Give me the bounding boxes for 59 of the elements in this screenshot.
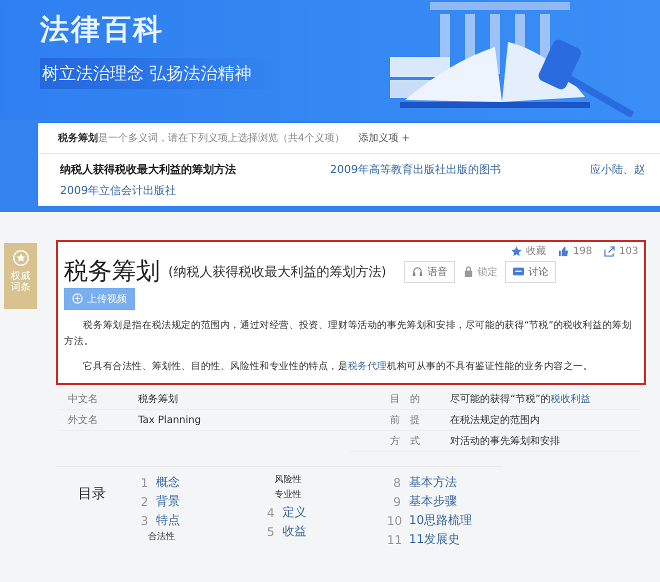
info-label: 前 提 (389, 414, 422, 428)
info-value: 在税法规定的范围内 (450, 414, 542, 428)
toc-sub-link[interactable]: 风险性 (274, 475, 302, 486)
toc-number: 4 (266, 506, 275, 520)
info-value: 对活动的事先筹划和安排 (450, 434, 562, 448)
sense-link[interactable]: 应小陆、赵 (590, 162, 660, 177)
toc-number: 1 (140, 476, 148, 490)
info-label: 方 式 (389, 434, 422, 448)
add-sense-link[interactable]: 添加义项 + (358, 131, 410, 145)
toc-link[interactable]: 基本方法 (408, 474, 457, 492)
toc-sub-link[interactable]: 专业性 (274, 490, 302, 500)
info-value: Tax Planning (138, 414, 202, 426)
star-seal-icon (12, 249, 30, 267)
lock-icon (463, 266, 474, 278)
lock-link[interactable]: 锁定 (463, 264, 498, 279)
entry-title: 税务筹划 (64, 258, 160, 286)
summary-paragraph: 它具有合法性、筹划性、目的性、风险性和专业性的特点，是税务代理机构可从事的不具有鉴证性能的业务内容之一。 (82, 360, 594, 374)
toc-number: 9 (392, 494, 401, 509)
info-label: 外文名 (67, 414, 100, 428)
toc-link[interactable]: 10思路梳理 (408, 512, 472, 530)
summary-paragraph: 税务筹划是指在税法规定的范围内，通过对经营、投资、理财等活动的事先筹划和安排，尽可能的获得“节税”的税收利益的筹划方法。 (64, 318, 633, 350)
info-value: 尽可能的获得“节税”的税收利益 (450, 392, 592, 406)
info-label: 中文名 (67, 392, 100, 406)
share-icon (604, 246, 616, 256)
sense-link[interactable]: 纳税人获得税收最大利益的筹划方法 (60, 162, 330, 177)
action-link[interactable]: 198 (558, 244, 592, 258)
toc-number: 11 (386, 532, 401, 547)
toc-number: 3 (140, 514, 148, 528)
action-link[interactable]: 103 (604, 244, 638, 258)
disambiguation-text: 税务筹划是一个多义词，请在下列义项上选择浏览（共4个义项） (58, 132, 344, 145)
toc-title: 目录 (77, 485, 108, 504)
toc-link[interactable]: 概念 (156, 474, 180, 492)
sense-link[interactable]: 2009年立信会计出版社 (60, 183, 330, 198)
toc-sub-link[interactable]: 合法性 (148, 532, 176, 542)
term-link[interactable]: 税收利益 (550, 394, 591, 406)
star-icon (511, 246, 522, 256)
action-link[interactable]: 收藏 (511, 244, 546, 258)
discuss-button[interactable]: 讨论 (505, 260, 556, 283)
thumbs-up-icon (558, 246, 570, 256)
toc-number: 10 (386, 514, 401, 528)
sense-link[interactable]: 2009年高等教育出版社出版的图书 (330, 162, 590, 177)
headphones-icon (412, 266, 424, 278)
toc-link[interactable]: 基本步骤 (408, 493, 457, 510)
badge-label: 权威词条 (10, 271, 31, 293)
toc-number: 2 (140, 494, 148, 509)
toc-link[interactable]: 背景 (156, 493, 180, 510)
toc-link[interactable]: 11发展史 (408, 531, 460, 548)
toc-number: 8 (392, 476, 401, 490)
entry-subtitle: (纳税人获得税收最大利益的筹划方法) (168, 264, 386, 281)
toc-link[interactable]: 收益 (282, 523, 307, 540)
term-link[interactable]: 税务代理 (348, 360, 388, 372)
info-value: 税务筹划 (138, 392, 180, 406)
site-title: 法律百科 (40, 11, 165, 48)
toc-link[interactable]: 定义 (282, 504, 307, 522)
info-label: 目 的 (389, 393, 422, 406)
toc-number: 5 (266, 524, 275, 539)
plus-circle-icon (72, 293, 84, 304)
audio-button[interactable]: 语音 (404, 260, 456, 283)
toc-link[interactable]: 特点 (156, 512, 180, 530)
